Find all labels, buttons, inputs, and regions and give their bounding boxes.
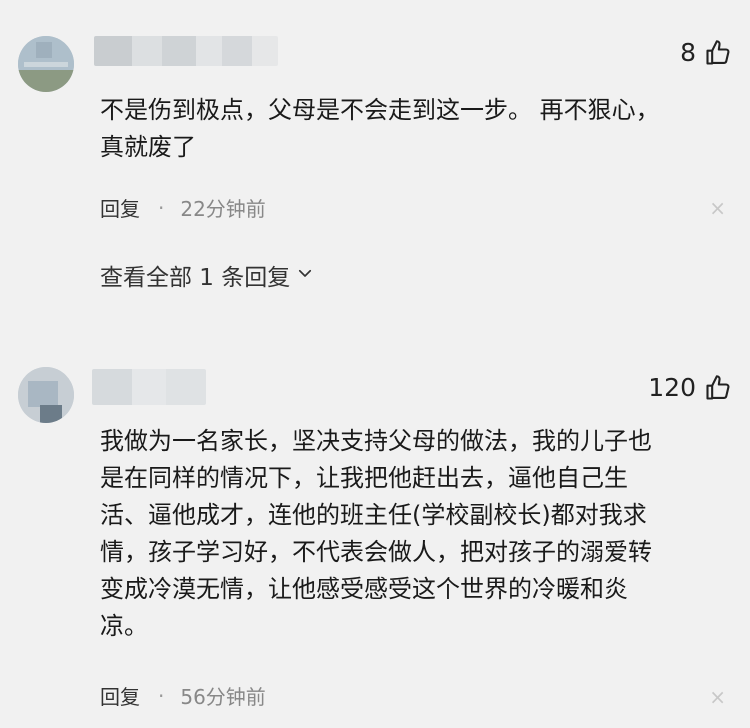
comment-text: 不是伤到极点，父母是不会走到这一步。 再不狠心， 真就废了 — [100, 96, 660, 161]
reply-button[interactable]: 回复 — [100, 193, 140, 222]
comment-item: 120 我做为一名家长，坚决支持父母的做法，我的儿子也 是在同样的情况下，让我把… — [0, 355, 750, 728]
thumbs-up-icon — [704, 39, 732, 67]
like-button[interactable]: 120 — [648, 373, 732, 402]
like-count: 8 — [680, 38, 696, 67]
close-icon[interactable]: × — [709, 198, 726, 218]
like-count: 120 — [648, 373, 696, 402]
comment-item: 8 不是伤到极点，父母是不会走到这一步。 再不狠心， 真就废了 回复 · 22分… — [0, 0, 750, 325]
view-replies-label: 查看全部 1 条回复 — [100, 265, 291, 291]
comment-time: 22分钟前 — [180, 197, 266, 221]
avatar[interactable] — [18, 36, 74, 92]
comment-meta: 回复 · 22分钟前 — [100, 193, 266, 222]
comment-text: 我做为一名家长，坚决支持父母的做法，我的儿子也 是在同样的情况下，让我把他赶出去… — [100, 427, 652, 640]
meta-separator: · — [158, 195, 165, 220]
close-icon[interactable]: × — [709, 687, 726, 707]
meta-separator: · — [158, 683, 165, 708]
username-blurred[interactable] — [92, 369, 206, 405]
comment-meta: 回复 · 56分钟前 — [100, 681, 266, 710]
reply-button[interactable]: 回复 — [100, 681, 140, 710]
view-replies-button[interactable]: 查看全部 1 条回复 — [100, 258, 314, 292]
username-blurred[interactable] — [94, 36, 278, 66]
avatar[interactable] — [18, 367, 74, 423]
chevron-down-icon — [296, 262, 314, 288]
like-button[interactable]: 8 — [680, 38, 732, 67]
comment-time: 56分钟前 — [180, 685, 266, 709]
thumbs-up-icon — [704, 374, 732, 402]
